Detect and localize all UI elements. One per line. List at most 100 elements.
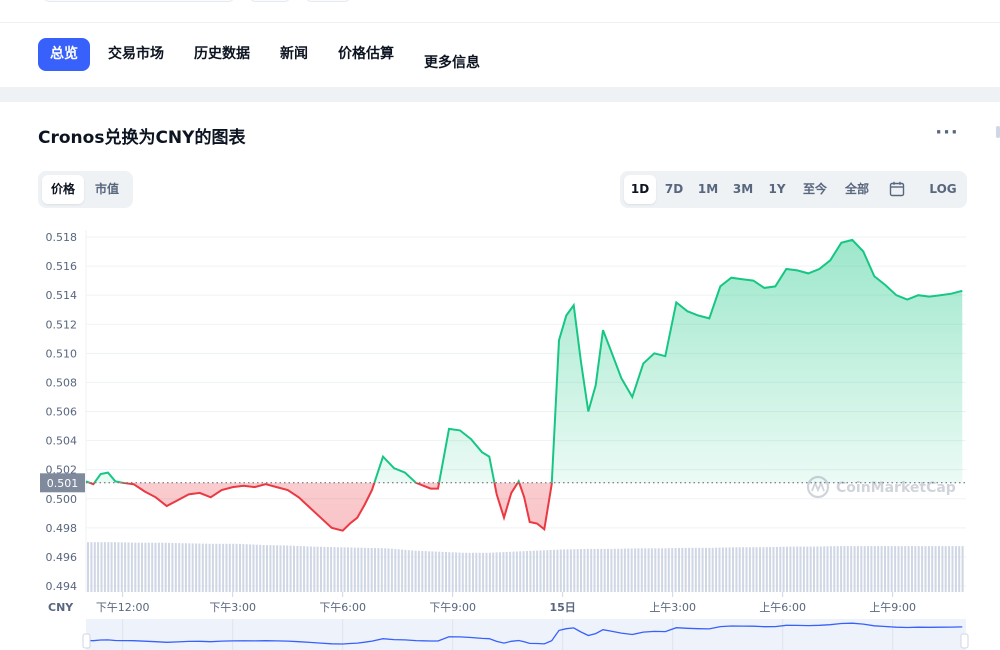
- volume-bar: [718, 547, 721, 592]
- volume-bar: [907, 546, 910, 592]
- more-options-button[interactable]: ···: [934, 124, 960, 148]
- tab-more-info[interactable]: 更多信息: [412, 47, 492, 80]
- range-navigator[interactable]: [82, 619, 969, 650]
- volume-bar: [593, 548, 596, 592]
- volume-bar: [613, 548, 616, 592]
- navigator-left-handle[interactable]: [82, 633, 91, 649]
- volume-bar: [208, 543, 211, 592]
- x-tick-label: 下午3:00: [209, 601, 256, 614]
- volume-bar: [279, 545, 282, 592]
- volume-bar: [944, 546, 947, 592]
- volume-bar: [461, 552, 464, 592]
- volume-bar: [539, 550, 542, 592]
- volume-bar: [252, 544, 255, 592]
- range-1d-button[interactable]: 1D: [624, 175, 656, 204]
- volume-bar: [282, 545, 285, 592]
- tab-price-estimate[interactable]: 价格估算: [326, 38, 406, 71]
- volume-bar: [431, 551, 434, 592]
- volume-bar: [326, 547, 329, 592]
- volume-bar: [114, 542, 116, 592]
- volume-bar: [343, 547, 346, 592]
- volume-bar: [255, 544, 258, 592]
- tab-historical-data[interactable]: 历史数据: [182, 38, 262, 71]
- volume-bar: [120, 542, 123, 592]
- volume-bar: [569, 549, 572, 592]
- volume-bar: [401, 549, 404, 592]
- volume-bar: [475, 552, 478, 592]
- volume-bar: [421, 551, 424, 592]
- volume-bar: [870, 546, 873, 592]
- range-1y-button[interactable]: 1Y: [761, 175, 793, 204]
- volume-bar: [590, 548, 593, 592]
- volume-bar: [894, 546, 897, 592]
- volume-bar: [833, 546, 836, 592]
- date-picker-button[interactable]: [882, 175, 912, 204]
- volume-bar: [927, 546, 930, 592]
- range-1m-button[interactable]: 1M: [692, 175, 724, 204]
- range-7d-button[interactable]: 7D: [658, 175, 690, 204]
- volume-bar: [799, 546, 802, 592]
- volume-bar: [914, 546, 917, 592]
- volume-bar: [880, 546, 883, 592]
- range-3m-button[interactable]: 3M: [727, 175, 759, 204]
- volume-bar: [961, 546, 964, 592]
- volume-bar: [458, 552, 461, 592]
- tab-news[interactable]: 新闻: [268, 38, 320, 71]
- volume-bar: [225, 543, 228, 592]
- volume-bar: [840, 546, 843, 592]
- volume-bar: [468, 552, 471, 592]
- volume-bar: [829, 546, 832, 592]
- volume-bar: [819, 546, 822, 592]
- volume-bar: [299, 546, 302, 592]
- volume-bar: [522, 551, 525, 592]
- navigator-right-handle[interactable]: [960, 633, 969, 649]
- volume-bar: [184, 543, 187, 592]
- volume-bar: [110, 542, 113, 592]
- volume-bar: [134, 542, 137, 592]
- price-chart[interactable]: 0.518 0.516 0.514 0.512 0.510 0.508 0.506 0.504…: [0, 220, 1000, 650]
- log-scale-button[interactable]: LOG: [924, 175, 962, 204]
- volume-bar: [563, 549, 566, 592]
- volume-bar: [222, 543, 225, 592]
- y-tick-label: 0.506: [46, 406, 78, 419]
- volume-bar: [765, 547, 768, 592]
- header-button-edge[interactable]: [306, 0, 350, 2]
- volume-bar: [600, 548, 603, 592]
- volume-bar: [721, 547, 724, 592]
- y-tick-label: 0.498: [46, 522, 78, 535]
- search-box-edge[interactable]: [44, 0, 234, 2]
- volume-bar: [742, 547, 745, 592]
- volume-bar: [488, 552, 491, 592]
- volume-bar: [482, 552, 485, 592]
- volume-bar: [816, 546, 819, 592]
- x-axis: 下午12:00 下午3:00 下午6:00 下午9:00 15日 上午3:00 上午6:00…: [96, 592, 916, 614]
- volume-bar: [782, 546, 785, 592]
- volume-bar: [147, 542, 150, 592]
- volume-bar: [941, 546, 944, 592]
- volume-bar: [505, 552, 508, 592]
- volume-bar: [681, 547, 684, 592]
- range-ytd-button[interactable]: 至今: [796, 175, 834, 204]
- header-button-edge[interactable]: [250, 0, 290, 2]
- volume-bar: [647, 548, 650, 592]
- volume-bar: [441, 551, 444, 592]
- volume-bar: [239, 543, 241, 592]
- volume-bar: [877, 546, 880, 592]
- volume-bar: [303, 546, 306, 592]
- range-all-button[interactable]: 全部: [838, 175, 876, 204]
- volume-bar: [424, 551, 427, 592]
- volume-bar: [387, 548, 390, 592]
- volume-bar: [502, 552, 505, 592]
- coin-nav-tabs: 总览 交易市场 历史数据 新闻 价格估算 更多信息: [0, 23, 1000, 87]
- volume-bar: [478, 552, 481, 592]
- metric-marketcap-button[interactable]: 市值: [86, 175, 128, 204]
- tab-markets[interactable]: 交易市场: [96, 38, 176, 71]
- metric-price-button[interactable]: 价格: [42, 175, 84, 204]
- volume-bar: [735, 547, 738, 592]
- volume-bar: [333, 547, 336, 592]
- adjacent-panel-edge: [996, 126, 1000, 138]
- volume-bar: [171, 542, 174, 592]
- volume-bar: [708, 547, 711, 592]
- volume-bar: [911, 546, 913, 592]
- tab-overview[interactable]: 总览: [38, 38, 90, 71]
